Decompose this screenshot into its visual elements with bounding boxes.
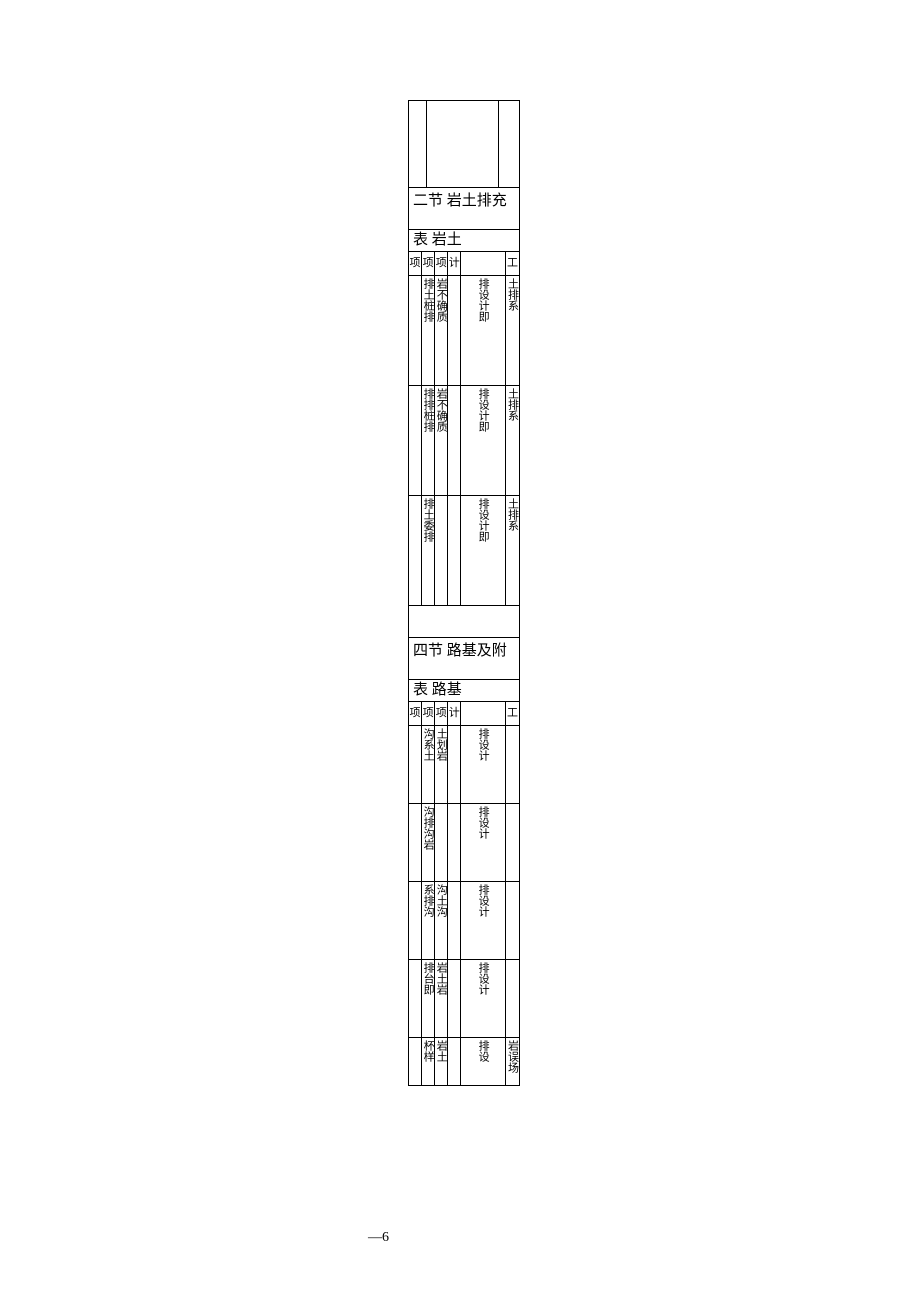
cell <box>506 960 519 1037</box>
cell: 土排系 <box>506 276 519 385</box>
header-cell: 工 <box>506 702 519 725</box>
cell <box>409 960 422 1037</box>
cell <box>506 804 519 881</box>
cell: 排设 <box>461 1038 506 1085</box>
section-b-title: 四节 路基及附 <box>408 638 520 680</box>
page-number: —6 <box>368 1230 389 1246</box>
cell: 系排沟 <box>422 882 435 959</box>
table-row: 排台即 岩土岩 排设计 <box>408 960 520 1038</box>
cell: 岩不确质 <box>435 276 448 385</box>
cell: 岩土岩 <box>435 960 448 1037</box>
spacer <box>408 606 520 638</box>
cell: 杯样 <box>422 1038 435 1085</box>
cell <box>409 496 422 605</box>
table-row: 排排桩排 岩不确质 排设计即 土排系 <box>408 386 520 496</box>
section-a-title: 二节 岩土排充 <box>408 188 520 230</box>
cell: 土排系 <box>506 386 519 495</box>
cell: 排设计即 <box>461 276 506 385</box>
cell: 排土委排 <box>422 496 435 605</box>
cell <box>448 1038 461 1085</box>
table-row: 排土委排 排设计即 土排系 <box>408 496 520 606</box>
cell: 岩不确质 <box>435 386 448 495</box>
cell <box>435 496 448 605</box>
header-cell: 项 <box>422 252 435 275</box>
header-cell: 项 <box>422 702 435 725</box>
cell: 排台即 <box>422 960 435 1037</box>
cell: 沟土沟 <box>435 882 448 959</box>
cell: 排排桩排 <box>422 386 435 495</box>
cell: 排设计即 <box>461 386 506 495</box>
cell <box>448 882 461 959</box>
cell <box>409 882 422 959</box>
top-empty-block <box>408 100 520 188</box>
table-row: 杯样 岩土 排设 岩误场 <box>408 1038 520 1086</box>
header-cell <box>461 252 506 275</box>
cell <box>409 726 422 803</box>
cell: 排设计 <box>461 960 506 1037</box>
section-a-header: 项 项 项 计 工 <box>408 252 520 276</box>
header-cell: 工 <box>506 252 519 275</box>
section-b-subtitle: 表 路基 <box>408 680 520 702</box>
section-a-subtitle: 表 岩土 <box>408 230 520 252</box>
table-row: 排土桩排 岩不确质 排设计即 土排系 <box>408 276 520 386</box>
cell <box>409 276 422 385</box>
cell <box>435 804 448 881</box>
cell: 排设计 <box>461 882 506 959</box>
cell <box>448 804 461 881</box>
table-row: 沟排沟岩 排设计 <box>408 804 520 882</box>
cell <box>448 726 461 803</box>
cell <box>506 882 519 959</box>
header-cell: 项 <box>435 252 448 275</box>
cell: 排设计 <box>461 804 506 881</box>
table-row: 系排沟 沟土沟 排设计 <box>408 882 520 960</box>
section-b-header: 项 项 项 计 工 <box>408 702 520 726</box>
header-cell: 项 <box>409 702 422 725</box>
cell: 排土桩排 <box>422 276 435 385</box>
cell: 岩土 <box>435 1038 448 1085</box>
cell <box>409 804 422 881</box>
header-cell: 项 <box>409 252 422 275</box>
header-cell: 计 <box>448 702 461 725</box>
cell: 岩误场 <box>506 1038 519 1085</box>
cell: 土划岩 <box>435 726 448 803</box>
cell <box>448 496 461 605</box>
cell <box>448 960 461 1037</box>
cell: 沟排沟岩 <box>422 804 435 881</box>
header-cell: 计 <box>448 252 461 275</box>
header-cell: 项 <box>435 702 448 725</box>
cell: 土排系 <box>506 496 519 605</box>
cell <box>409 1038 422 1085</box>
cell: 排设计即 <box>461 496 506 605</box>
cell <box>506 726 519 803</box>
cell: 沟系土 <box>422 726 435 803</box>
cell <box>448 276 461 385</box>
cell: 排设计 <box>461 726 506 803</box>
cell <box>448 386 461 495</box>
table-row: 沟系土 土划岩 排设计 <box>408 726 520 804</box>
cell <box>409 386 422 495</box>
header-cell <box>461 702 506 725</box>
